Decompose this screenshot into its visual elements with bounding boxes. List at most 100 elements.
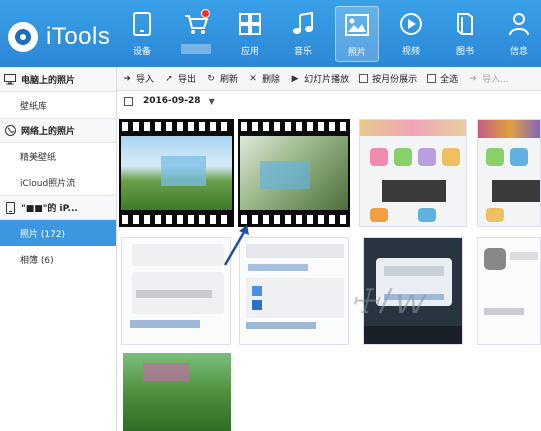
blurred-area: [143, 363, 189, 381]
import-to-album-button[interactable]: ➜ 导入...: [463, 67, 514, 91]
video-play-icon: [398, 10, 424, 38]
annotation-arrow: [223, 225, 249, 266]
nav-label-books: 图书: [455, 47, 474, 57]
sidebar-item-label: iCloud照片流: [20, 178, 76, 189]
blurred-area: [136, 290, 212, 298]
nav-label-messages: 信息: [509, 47, 528, 57]
chevron-down-icon[interactable]: ▼: [209, 97, 215, 106]
person-icon: [506, 10, 532, 38]
delete-x-icon: ✕: [249, 73, 257, 84]
sidebar-section-pc-photos[interactable]: 电脑上的照片: [0, 67, 116, 92]
blurred-area: [246, 322, 316, 329]
refresh-icon: ↻: [207, 73, 215, 84]
import-button[interactable]: ➜ 导入: [117, 67, 159, 91]
music-note-icon: [290, 10, 316, 38]
blurred-area: [510, 252, 538, 260]
checkbox-icon: [427, 74, 437, 83]
sidebar-section-label: "■■"的 iP...: [21, 204, 78, 214]
slideshow-button[interactable]: ▶ 幻灯片播放: [285, 67, 354, 91]
app-icon: [418, 148, 436, 166]
nav-label-video: 视频: [401, 47, 420, 57]
sidebar-section-label: 电脑上的照片: [21, 76, 76, 86]
nav-label-store: [181, 44, 211, 54]
nav-books[interactable]: 图书: [443, 6, 487, 62]
sidebar-item-icloud-stream[interactable]: iCloud照片流: [0, 169, 116, 195]
photo-thumbnail[interactable]: [477, 119, 541, 227]
sidebar-item-wallpaper-library[interactable]: 壁纸库: [0, 92, 116, 118]
redacted-block: [492, 180, 540, 202]
film-strip-icon: [122, 122, 231, 131]
photo-thumbnail[interactable]: [238, 119, 350, 227]
itools-logo-icon: [8, 22, 38, 52]
nav-label-apps: 应用: [240, 47, 259, 57]
photo-toolbar: ➜ 导入 ➚ 导出 ↻ 刷新 ✕ 删除 ▶ 幻灯片播放 按月份展示 全选 ➜ 导…: [117, 67, 541, 91]
film-strip-icon: [241, 122, 347, 131]
blurred-area: [161, 156, 206, 186]
app-icon: [442, 148, 460, 166]
import-arrow-icon: ➜: [469, 73, 477, 84]
by-month-checkbox[interactable]: 按月份展示: [354, 67, 422, 91]
import-label: 导入: [136, 75, 155, 85]
landscape-image: [121, 136, 232, 210]
nav-apps[interactable]: 应用: [228, 6, 272, 62]
blurred-area: [248, 264, 308, 271]
nav-video[interactable]: 视频: [389, 6, 433, 62]
import-arrow-icon: ➜: [123, 73, 131, 84]
nav-label-photos: 照片: [347, 48, 366, 58]
blurred-area: [260, 161, 310, 189]
date-group-header[interactable]: 2016-09-28 ▼: [124, 96, 215, 106]
app-icon: [486, 208, 504, 222]
date-checkbox[interactable]: [124, 96, 133, 106]
select-all-checkbox[interactable]: 全选: [422, 67, 463, 91]
device-icon: [129, 10, 155, 38]
app-icon: [510, 148, 528, 166]
export-label: 导出: [178, 75, 197, 85]
app-icon: [484, 248, 506, 270]
ui-bar: [246, 244, 344, 258]
sidebar-item-fine-wallpaper[interactable]: 精美壁纸: [0, 143, 116, 169]
nav-music[interactable]: 音乐: [281, 6, 325, 62]
date-label: 2016-09-28: [143, 96, 201, 106]
sidebar-section-net-photos[interactable]: 网络上的照片: [0, 118, 116, 143]
nav-store[interactable]: [174, 6, 218, 62]
notification-badge: [201, 9, 210, 18]
slideshow-label: 幻灯片播放: [304, 75, 350, 85]
sidebar-section-label: 网络上的照片: [21, 127, 76, 137]
photo-thumbnail[interactable]: [119, 119, 234, 227]
nav-photos[interactable]: 照片: [335, 6, 379, 62]
delete-button[interactable]: ✕ 删除: [243, 67, 285, 91]
app-icon: [394, 148, 412, 166]
delete-label: 删除: [262, 75, 281, 85]
film-strip-icon: [241, 215, 347, 224]
play-icon: ▶: [291, 73, 299, 84]
select-all-label: 全选: [440, 75, 459, 85]
app-icon: [486, 148, 504, 166]
sidebar-section-device[interactable]: "■■"的 iP...: [0, 195, 116, 220]
sidebar: 电脑上的照片 壁纸库 网络上的照片 精美壁纸 iCloud照片流 "■■"的 i…: [0, 67, 117, 431]
nav-device[interactable]: 设备: [120, 6, 164, 62]
blurred-area: [130, 320, 200, 328]
photo-icon: [344, 11, 370, 39]
phone-icon: [4, 201, 16, 214]
nav-label-device: 设备: [132, 47, 151, 57]
ui-card: [132, 244, 224, 266]
blurred-area: [360, 120, 466, 136]
by-month-label: 按月份展示: [372, 75, 418, 85]
photo-thumbnail[interactable]: [477, 237, 541, 345]
film-strip-icon: [122, 215, 231, 224]
sidebar-item-photos[interactable]: 照片 (172): [0, 220, 116, 246]
sidebar-item-albums[interactable]: 相簿 (6): [0, 246, 116, 272]
export-button[interactable]: ➚ 导出: [159, 67, 201, 91]
sidebar-item-label: 精美壁纸: [20, 152, 57, 163]
itools-logo: iTools: [8, 22, 110, 52]
refresh-button[interactable]: ↻ 刷新: [201, 67, 243, 91]
photo-thumbnail[interactable]: [239, 237, 349, 345]
watermark-logo: ☩/ｗ: [349, 283, 426, 321]
refresh-label: 刷新: [220, 75, 239, 85]
photo-thumbnail[interactable]: [121, 237, 231, 345]
photo-thumbnail[interactable]: [123, 353, 231, 431]
photo-thumbnail[interactable]: [359, 119, 467, 227]
nav-messages[interactable]: 信息: [497, 6, 541, 62]
sidebar-item-label: 相簿 (6): [20, 255, 54, 266]
photo-grid: 2016-09-28 ▼ ☩/ｗ: [117, 91, 541, 431]
